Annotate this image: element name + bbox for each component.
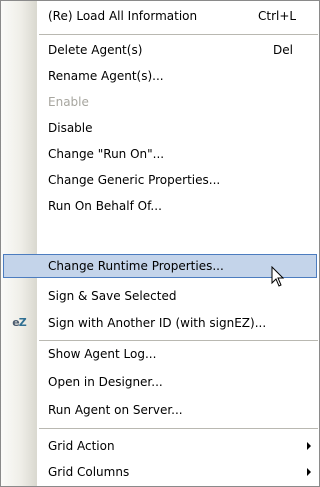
menu-item-shortcut: Del xyxy=(273,43,293,57)
menu-separator xyxy=(39,428,318,429)
signez-icon-z: Z xyxy=(18,316,27,329)
menu-item-delete-agents[interactable]: Delete Agent(s) Del xyxy=(1,38,319,62)
menu-item-reload-all[interactable]: (Re) Load All Information Ctrl+L xyxy=(1,4,319,28)
menu-item-label: Sign & Save Selected xyxy=(48,289,177,303)
menu-item-rename-agents[interactable]: Rename Agent(s)... xyxy=(1,64,319,88)
menu-item-label: (Re) Load All Information xyxy=(48,9,198,23)
menu-item-shortcut: Ctrl+L xyxy=(258,9,297,23)
menu-item-run-agent-on-server[interactable]: Run Agent on Server... xyxy=(1,398,319,422)
menu-item-label: Change "Run On"... xyxy=(48,147,165,161)
submenu-arrow-icon xyxy=(307,442,311,450)
menu-item-label: Grid Columns xyxy=(48,465,130,479)
menu-item-label: Grid Action xyxy=(48,439,115,453)
menu-item-change-run-on[interactable]: Change "Run On"... xyxy=(1,142,319,166)
menu-item-label: Open in Designer... xyxy=(48,375,163,389)
menu-item-label: Change Generic Properties... xyxy=(48,173,221,187)
context-menu: (Re) Load All Information Ctrl+L Delete … xyxy=(0,0,320,487)
submenu-arrow-icon xyxy=(307,468,311,476)
menu-item-show-agent-log[interactable]: Show Agent Log... xyxy=(1,342,319,366)
menu-separator xyxy=(39,340,318,341)
menu-item-label: Delete Agent(s) xyxy=(48,43,143,57)
menu-separator xyxy=(39,34,318,35)
menu-item-grid-action[interactable]: Grid Action xyxy=(1,434,319,458)
menu-item-label: Run Agent on Server... xyxy=(48,403,183,417)
menu-item-label: Show Agent Log... xyxy=(48,347,157,361)
menu-item-label: Disable xyxy=(48,121,93,135)
menu-item-enable: Enable xyxy=(1,90,319,114)
menu-item-grid-columns[interactable]: Grid Columns xyxy=(1,460,319,484)
menu-item-change-generic-properties[interactable]: Change Generic Properties... xyxy=(1,168,319,192)
menu-item-run-on-behalf-of[interactable]: Run On Behalf Of... xyxy=(1,194,319,218)
signez-icon: eZ xyxy=(10,316,28,330)
menu-item-label: Run On Behalf Of... xyxy=(48,199,162,213)
menu-item-disable[interactable]: Disable xyxy=(1,116,319,140)
menu-item-label: Change Runtime Properties... xyxy=(48,259,224,273)
menu-item-label: Sign with Another ID (with signEZ)... xyxy=(48,316,267,330)
menu-item-open-in-designer[interactable]: Open in Designer... xyxy=(1,370,319,394)
menu-item-sign-with-another-id[interactable]: eZ Sign with Another ID (with signEZ)... xyxy=(1,311,319,335)
mouse-pointer-icon xyxy=(271,266,285,287)
menu-item-label: Rename Agent(s)... xyxy=(48,69,164,83)
menu-item-label: Enable xyxy=(48,95,89,109)
